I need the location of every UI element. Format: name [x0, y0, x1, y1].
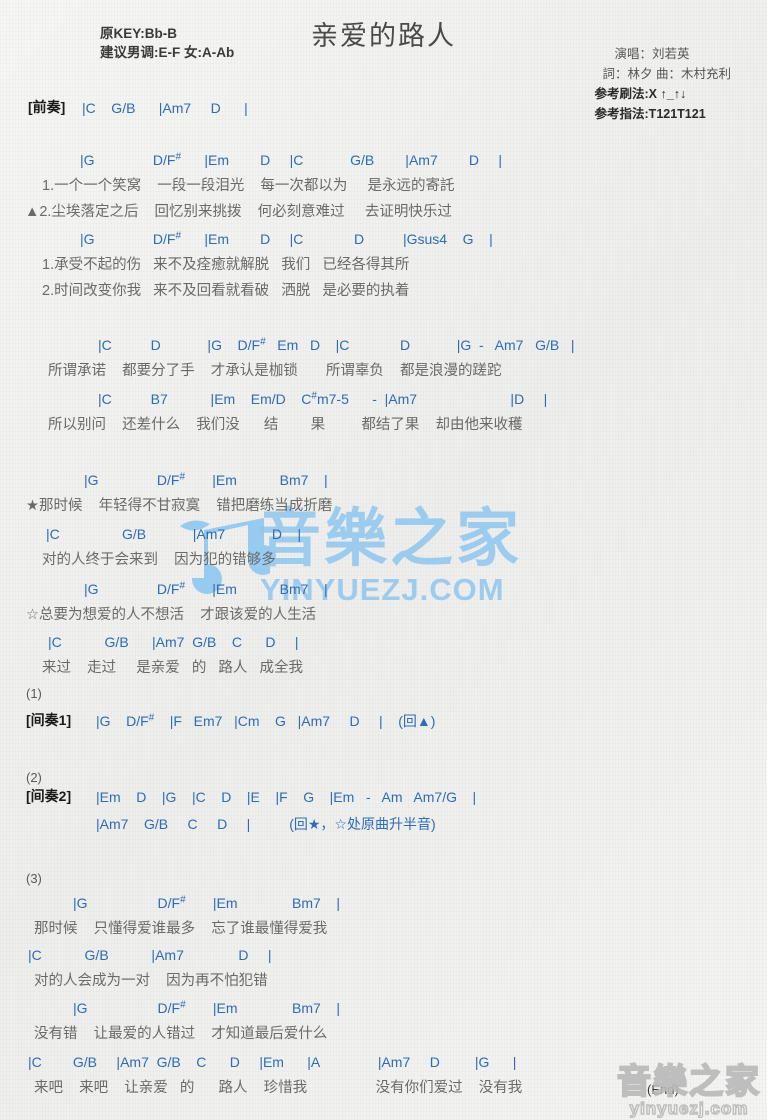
verse1-line1-lyric-b: ▲2.尘埃落定之后 回忆别来挑拨 何必刻意难过 去证明快乐过 [25, 204, 452, 220]
prechorus-line2-chords: |C B7 |Em Em/D C#m7-5 - |Am7 |D | [98, 390, 548, 407]
prechorus-line2-lyric: 所以别问 还差什么 我们没 结 果 都结了果 却由他来收穫 [48, 417, 523, 433]
verse1-line1-chords: |G D/F# |Em D |C G/B |Am7 D | [80, 151, 503, 168]
chorus-line4-lyric: 来过 走过 是亲爱 的 路人 成全我 [42, 660, 304, 676]
writer-credit: 詞：林夕 曲：木村充利 [602, 67, 731, 81]
end-marker: (End) [647, 1082, 679, 1097]
chorus-line3-lyric: ☆总要为想爱的人不想活 才跟该爱的人生活 [26, 607, 317, 623]
strum-pattern: 参考刷法:X ↑_↑↓ [594, 87, 687, 101]
final-line2-lyric: 对的人会成为一对 因为再不怕犯错 [34, 973, 268, 989]
intro-chords: |C G/B |Am7 D | [82, 100, 248, 116]
final-line4-chords: |C G/B |Am7 G/B C D |Em |A |Am7 D |G | [28, 1054, 517, 1070]
section-number-1: (1) [26, 686, 42, 701]
prechorus-line1-lyric: 所谓承诺 都要分了手 才承认是枷锁 所谓辜负 都是浪漫的蹉跎 [48, 363, 502, 379]
final-line3-chords: |G D/F# |Em Bm7 | [73, 999, 340, 1016]
interlude2-line1-chords: |Em D |G |C D |E |F G |Em - Am Am7/G | [96, 789, 477, 805]
chord-sheet: 原KEY:Bb-B 建议男调:E-F 女:A-Ab 亲爱的路人 演唱：刘若英 詞… [0, 0, 767, 1120]
chorus-line1-chords: |G D/F# |Em Bm7 | [84, 471, 328, 488]
interlude2-line2-chords: |Am7 G/B C D | (回★，☆处原曲升半音) [96, 816, 436, 832]
section-tag-interlude1: [间奏1] [26, 712, 72, 728]
verse1-line1-lyric-a: 1.一个一个笑窝 一段一段泪光 每一次都以为 是永远的寄託 [42, 178, 455, 194]
final-line3-lyric: 没有错 让最爱的人错过 才知道最后爱什么 [34, 1026, 328, 1042]
section-tag-interlude2: [间奏2] [26, 788, 72, 804]
final-line1-chords: |G D/F# |Em Bm7 | [73, 894, 340, 911]
final-line4-lyric: 来吧 来吧 让亲爱 的 路人 珍惜我 没有你们爱过 没有我 [34, 1080, 523, 1096]
section-number-2: (2) [26, 770, 42, 785]
section-number-3: (3) [26, 871, 42, 886]
finger-pattern: 参考指法:T121T121 [594, 107, 706, 121]
chorus-line3-chords: |G D/F# |Em Bm7 | [84, 580, 328, 597]
prechorus-line1-chords: |C D |G D/F# Em D |C D |G - Am7 G/B | [98, 336, 575, 353]
chorus-line2-lyric: 对的人终于会来到 因为犯的错够多 [42, 552, 276, 568]
verse1-line2-lyric-a: 1.承受不起的伤 来不及痊癒就解脱 我们 已经各得其所 [42, 257, 410, 273]
final-line2-chords: |C G/B |Am7 D | [28, 947, 272, 963]
interlude1-chords: |G D/F# |F Em7 |Cm G |Am7 D | (回▲) [96, 712, 436, 729]
chorus-line2-chords: |C G/B |Am7 D | [46, 526, 302, 542]
chorus-line1-lyric: ★那时候 年轻得不甘寂寞 错把磨练当成折磨 [26, 498, 333, 514]
credits: 演唱：刘若英 詞：林夕 曲：木村充利 参考刷法:X ↑_↑↓ 参考指法:T121… [595, 44, 731, 124]
singer-credit: 演唱：刘若英 [614, 47, 690, 61]
final-line1-lyric: 那时候 只懂得爱谁最多 忘了谁最懂得爱我 [34, 921, 328, 937]
verse1-line2-lyric-b: 2.时间改变你我 来不及回看就看破 洒脱 是必要的执着 [42, 283, 410, 299]
verse1-line2-chords: |G D/F# |Em D |C D |Gsus4 G | [80, 230, 493, 247]
section-tag-intro: [前奏] [28, 99, 66, 115]
chorus-line4-chords: |C G/B |Am7 G/B C D | [48, 634, 299, 650]
